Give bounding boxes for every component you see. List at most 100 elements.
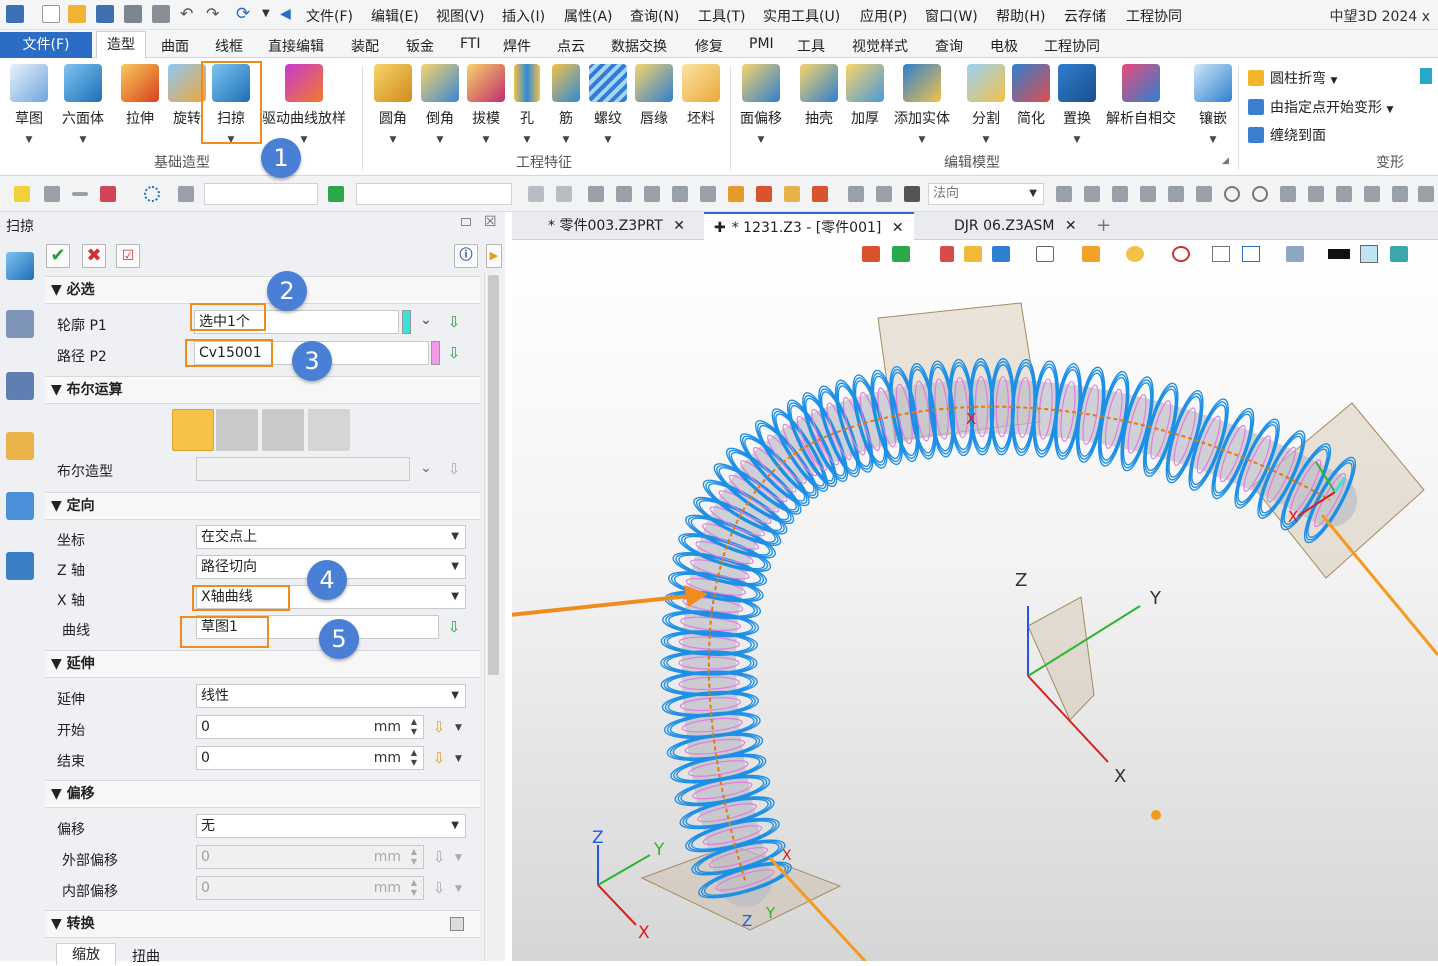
cancel-button[interactable]: ✖ — [82, 244, 106, 268]
drive-curve-loft-button[interactable]: 驱动曲线放样 ▼ — [262, 64, 346, 145]
stop-icon[interactable] — [904, 186, 920, 202]
extend-start-pick-icon[interactable]: ⇩ — [430, 718, 448, 736]
regenerate-icon[interactable]: ⟳ — [236, 5, 254, 23]
box-select-icon[interactable] — [100, 186, 116, 202]
panel-close-icon[interactable]: ☒ — [484, 214, 497, 230]
pick-option-icon[interactable] — [328, 186, 344, 202]
rib-button[interactable]: 筋 ▼ — [552, 64, 580, 145]
menu-utilities[interactable]: 实用工具(U) — [763, 6, 840, 26]
undo-icon[interactable]: ↶ — [180, 5, 198, 23]
visibility-icon[interactable] — [892, 246, 910, 262]
chevron-down-icon[interactable]: ▼ — [455, 723, 462, 733]
select-pointer-icon[interactable] — [14, 186, 30, 202]
extend-start-input[interactable]: 0 mm ▲ ▼ — [196, 715, 424, 739]
fillet-button[interactable]: 圆角 ▼ — [374, 64, 412, 145]
line-icon[interactable] — [1168, 186, 1184, 202]
profile-pick-icon[interactable]: ⇩ — [445, 313, 463, 331]
draft-button[interactable]: 拔模 ▼ — [467, 64, 505, 145]
deform-from-point-button[interactable]: 由指定点开始变形 ▼ — [1248, 97, 1393, 117]
replace-button[interactable]: 置换 ▼ — [1058, 64, 1096, 145]
history-tree-icon[interactable] — [6, 310, 34, 338]
add-solid-button[interactable]: 添加实体 ▼ — [894, 64, 950, 145]
offset-type-select[interactable]: 无 ▼ — [196, 814, 466, 838]
box-button[interactable]: 六面体 ▼ — [62, 64, 104, 145]
exit-view-icon[interactable] — [862, 246, 880, 262]
section-boolean[interactable]: ▼ 布尔运算 — [45, 376, 480, 404]
section-extend[interactable]: ▼ 延伸 — [45, 650, 480, 678]
cursor-icon[interactable] — [700, 186, 716, 202]
feature-icon[interactable] — [6, 252, 34, 280]
tab-weldment[interactable]: 焊件 — [503, 36, 531, 56]
export-icon[interactable] — [756, 186, 772, 202]
dialog-launcher-icon[interactable]: ◢ — [1222, 156, 1229, 166]
face-color-swatch[interactable] — [1360, 245, 1378, 263]
inner-offset-input[interactable]: 0 mm ▲ ▼ — [196, 876, 424, 900]
tab-pmi[interactable]: PMI — [749, 36, 774, 52]
tab-fti[interactable]: FTI — [460, 36, 481, 52]
shell-button[interactable]: 抽壳 — [800, 64, 838, 128]
extend-end-pick-icon[interactable]: ⇩ — [430, 749, 448, 767]
layer-icon[interactable] — [1392, 186, 1408, 202]
pick-icon[interactable] — [1056, 186, 1072, 202]
thicken-button[interactable]: 加厚 — [846, 64, 884, 128]
apply-button[interactable]: ☑ — [116, 244, 140, 268]
tab-engineering-collab[interactable]: 工程协同 — [1044, 36, 1100, 56]
inlay-button[interactable]: 镶嵌 ▼ — [1194, 64, 1232, 145]
extend-type-select[interactable]: 线性 ▼ — [196, 684, 466, 708]
pin-icon[interactable] — [876, 186, 892, 202]
menu-collaboration[interactable]: 工程协同 — [1126, 6, 1182, 26]
tab-repair[interactable]: 修复 — [695, 36, 723, 56]
print-preview-icon[interactable] — [152, 5, 170, 23]
chevron-down-icon[interactable]: ▼ — [455, 754, 462, 764]
tab-surface[interactable]: 曲面 — [161, 36, 189, 56]
align3-icon[interactable] — [644, 186, 660, 202]
arc-icon[interactable] — [1336, 186, 1352, 202]
line-color-swatch[interactable] — [1328, 249, 1350, 259]
light-icon[interactable] — [1126, 246, 1144, 262]
view-cube-icon[interactable] — [1036, 246, 1054, 262]
boolean-shape-field[interactable] — [196, 457, 410, 481]
chamfer-button[interactable]: 倒角 ▼ — [421, 64, 459, 145]
panel-float-icon[interactable] — [461, 218, 471, 226]
3d-viewport[interactable]: Z Y X Z Y X Z Y X X X — [512, 240, 1438, 961]
spinner-icon[interactable]: ▲ ▼ — [411, 717, 417, 737]
points-icon[interactable] — [1140, 186, 1156, 202]
simplify-button[interactable]: 简化 — [1012, 64, 1050, 128]
boolean-subtract-icon[interactable] — [262, 409, 304, 451]
boolean-base-icon[interactable] — [172, 409, 214, 451]
tab-assembly[interactable]: 装配 — [351, 36, 379, 56]
list-icon[interactable] — [728, 186, 744, 202]
outer-offset-pick-icon[interactable]: ⇩ — [430, 848, 448, 866]
close-icon[interactable]: ✕ — [892, 220, 904, 236]
section-offset[interactable]: ▼ 偏移 — [45, 780, 480, 808]
thread-button[interactable]: 螺纹 ▼ — [589, 64, 627, 145]
section-view-icon[interactable] — [1242, 246, 1260, 262]
menu-file[interactable]: 文件(F) — [306, 6, 353, 26]
self-intersect-button[interactable]: 解析自相交 — [1106, 64, 1176, 128]
section-orientation[interactable]: ▼ 定向 — [45, 492, 480, 520]
display-mode-icon[interactable] — [992, 246, 1010, 262]
print-icon[interactable] — [124, 5, 142, 23]
tab-wireframe[interactable]: 线框 — [215, 36, 243, 56]
face-offset-button[interactable]: 面偏移 ▼ — [740, 64, 782, 145]
shade-icon[interactable] — [964, 246, 982, 262]
tab-modeling[interactable]: 造型 — [96, 31, 146, 59]
save-icon[interactable] — [96, 5, 114, 23]
tab-sheetmetal[interactable]: 钣金 — [406, 36, 434, 56]
tab-tools[interactable]: 工具 — [797, 36, 825, 56]
menu-cloud-storage[interactable]: 云存储 — [1064, 6, 1106, 26]
tab-visual-style[interactable]: 视觉样式 — [852, 36, 908, 56]
layer2-icon[interactable] — [1418, 186, 1434, 202]
open-file-icon[interactable] — [68, 5, 86, 23]
close-icon[interactable]: ✕ — [1065, 218, 1077, 234]
hole-button[interactable]: 孔 ▼ — [514, 64, 540, 145]
path-pick-icon[interactable]: ⇩ — [445, 344, 463, 362]
stock-button[interactable]: 坯料 — [682, 64, 720, 128]
gear2-icon[interactable] — [1084, 186, 1100, 202]
tab-query[interactable]: 查询 — [935, 36, 963, 56]
menu-edit[interactable]: 编辑(E) — [371, 6, 419, 26]
snap2-icon[interactable] — [556, 186, 572, 202]
split-button[interactable]: 分割 ▼ — [967, 64, 1005, 145]
filter-icon[interactable] — [178, 186, 194, 202]
circle2-icon[interactable] — [1252, 186, 1268, 202]
